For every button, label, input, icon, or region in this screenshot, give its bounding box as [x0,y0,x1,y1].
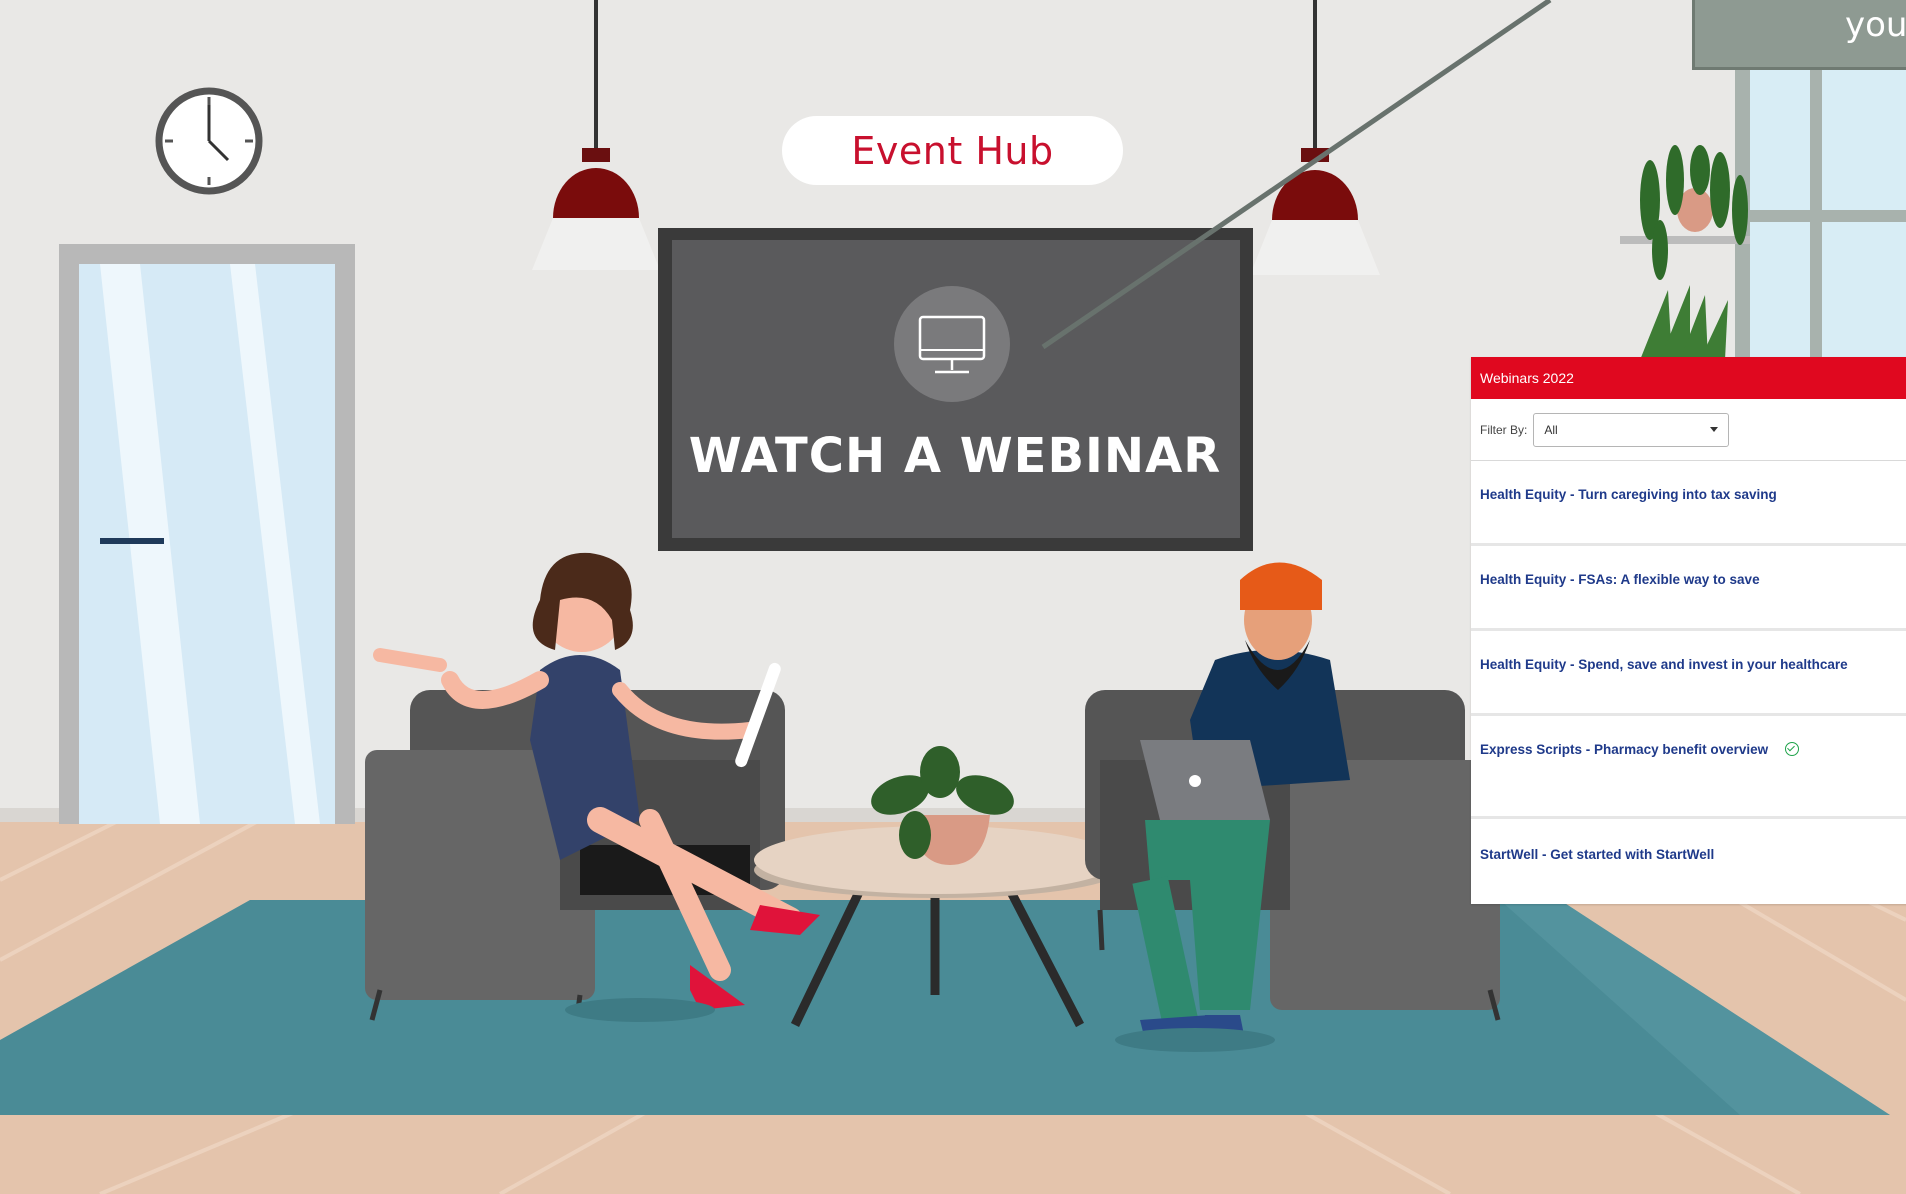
watch-webinar-title: WATCH A WEBINAR [688,428,1222,484]
webinar-item[interactable]: Health Equity - Spend, save and invest i… [1471,631,1906,716]
callout-text: your [1845,5,1906,45]
panel-title: Webinars 2022 [1480,370,1574,386]
callout-box: your [1692,0,1906,70]
event-hub-stage: Event Hub WATCH A WEBINAR your Webinars … [0,0,1906,1194]
wall-clock [155,87,263,195]
webinar-link[interactable]: Health Equity - Turn caregiving into tax… [1480,487,1777,502]
door [59,244,355,824]
webinar-link[interactable]: Health Equity - Spend, save and invest i… [1480,657,1848,672]
webinar-panel: Webinars 2022 Filter By: All Health Equi… [1471,357,1906,904]
filter-row: Filter By: All [1471,399,1906,461]
filter-label: Filter By: [1480,422,1528,437]
filter-select[interactable]: All [1533,412,1730,447]
webinar-link[interactable]: Health Equity - FSAs: A flexible way to … [1480,572,1760,587]
window [1735,60,1906,360]
webinar-link[interactable]: Express Scripts - Pharmacy benefit overv… [1480,742,1768,757]
webinar-item[interactable]: Health Equity - Turn caregiving into tax… [1471,461,1906,546]
event-hub-button[interactable]: Event Hub [782,116,1123,185]
filter-value: All [1544,422,1558,437]
webinar-item[interactable]: Health Equity - FSAs: A flexible way to … [1471,546,1906,631]
webinar-item[interactable]: StartWell - Get started with StartWell [1471,819,1906,904]
chevron-down-icon [1710,427,1719,432]
panel-header: Webinars 2022 [1471,357,1906,399]
tv-screen [658,228,1253,551]
webinar-item[interactable]: Express Scripts - Pharmacy benefit overv… [1471,716,1906,819]
webinar-link[interactable]: StartWell - Get started with StartWell [1480,847,1714,862]
event-hub-title: Event Hub [851,128,1054,173]
check-circle-icon [1784,742,1799,756]
